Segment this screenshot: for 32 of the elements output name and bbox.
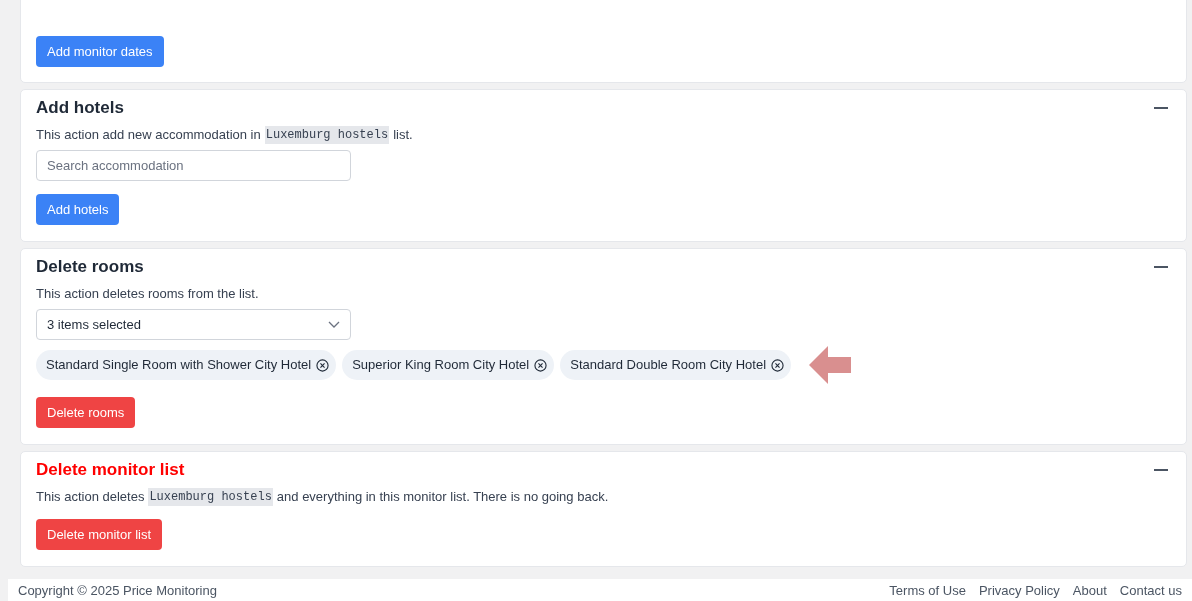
footer-link[interactable]: Terms of Use <box>889 583 966 599</box>
description-text: This action add new accommodation in <box>36 126 261 144</box>
section-title: Add hotels <box>36 97 124 119</box>
section-title: Delete rooms <box>36 256 144 278</box>
collapse-icon[interactable] <box>1154 104 1168 112</box>
section-title: Delete monitor list <box>36 459 185 481</box>
code-text: Luxemburg hostels <box>148 488 273 506</box>
footer-link[interactable]: Privacy Policy <box>978 583 1060 599</box>
collapse-icon[interactable] <box>1154 466 1168 474</box>
selected-chip[interactable]: Standard Double Room City Hotel <box>560 350 792 380</box>
selected-chip[interactable]: Superior King Room City Hotel <box>342 350 555 380</box>
footer-link[interactable]: Contact us <box>1119 583 1182 599</box>
description-text: and everything in this monitor list. There is no going back. <box>276 488 609 506</box>
remove-icon[interactable] <box>534 358 548 372</box>
description-text: This action deletes rooms from the list. <box>36 285 259 303</box>
select-dropdown[interactable]: 3 items selected <box>36 309 351 340</box>
copyright-text: Copyright © 2025 Price Monitoring <box>18 583 217 599</box>
remove-icon[interactable] <box>771 358 785 372</box>
action-button[interactable]: Add monitor dates <box>36 36 164 67</box>
footer-link[interactable]: About <box>1072 583 1107 599</box>
action-button[interactable]: Delete rooms <box>36 397 136 428</box>
arrow-icon <box>809 346 852 384</box>
description-text: list. <box>393 126 413 144</box>
chevron-down-icon <box>328 320 340 329</box>
action-button[interactable]: Add hotels <box>36 194 120 225</box>
selected-chip[interactable]: Standard Single Room with Shower City Hotel <box>36 350 337 380</box>
code-text: Luxemburg hostels <box>264 126 390 144</box>
collapse-icon[interactable] <box>1154 263 1168 271</box>
search-field[interactable]: Search accommodation <box>36 150 351 181</box>
description-text: This action deletes <box>36 488 145 506</box>
remove-icon[interactable] <box>316 358 330 372</box>
action-button[interactable]: Delete monitor list <box>36 519 163 550</box>
